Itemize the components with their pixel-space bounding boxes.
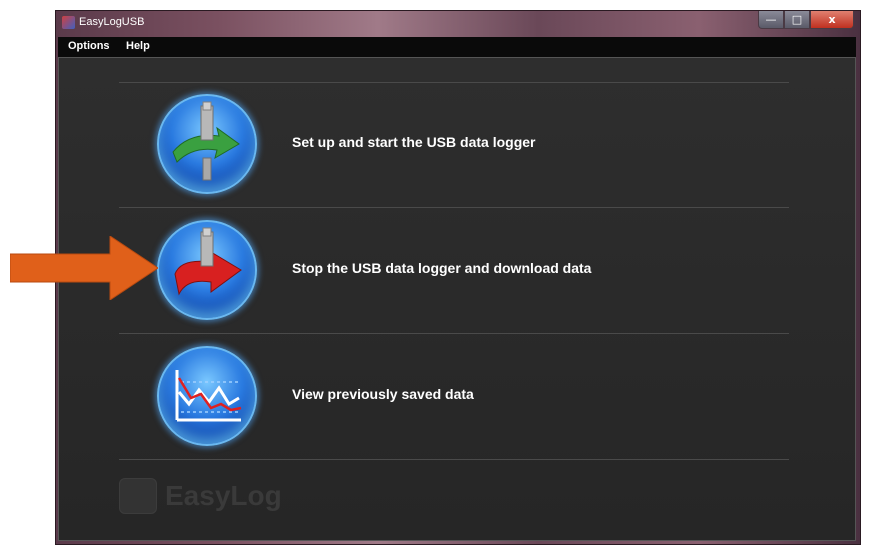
app-icon <box>62 16 75 29</box>
minimize-button[interactable]: — <box>758 11 784 29</box>
chart-view-icon[interactable] <box>157 346 257 446</box>
stop-download-label: Stop the USB data logger and download da… <box>292 260 592 276</box>
easylog-logo-mark-icon <box>119 478 157 514</box>
view-data-option[interactable]: View previously saved data <box>119 334 789 459</box>
annotation-arrow-icon <box>10 236 158 300</box>
stop-download-option[interactable]: Stop the USB data logger and download da… <box>119 208 789 333</box>
menu-options[interactable]: Options <box>68 40 110 52</box>
title-bar[interactable]: EasyLogUSB — □ x <box>56 11 860 35</box>
setup-logger-option[interactable]: Set up and start the USB data logger <box>119 82 789 207</box>
usb-setup-icon[interactable] <box>157 94 257 194</box>
app-window: EasyLogUSB — □ x Options Help Set up and… <box>55 10 861 545</box>
menu-help[interactable]: Help <box>126 40 150 52</box>
easylog-logo: EasyLog <box>119 476 282 516</box>
view-data-label: View previously saved data <box>292 386 474 402</box>
window-title: EasyLogUSB <box>79 16 145 28</box>
window-controls: — □ x <box>758 11 854 31</box>
usb-download-icon[interactable] <box>157 220 257 320</box>
easylog-logo-text: EasyLog <box>165 480 282 511</box>
close-button[interactable]: x <box>810 11 854 29</box>
maximize-button[interactable]: □ <box>784 11 810 29</box>
main-panel: Set up and start the USB data logger Sto… <box>58 57 856 541</box>
setup-logger-label: Set up and start the USB data logger <box>292 134 536 150</box>
divider <box>119 459 789 460</box>
menu-bar: Options Help <box>58 37 856 57</box>
